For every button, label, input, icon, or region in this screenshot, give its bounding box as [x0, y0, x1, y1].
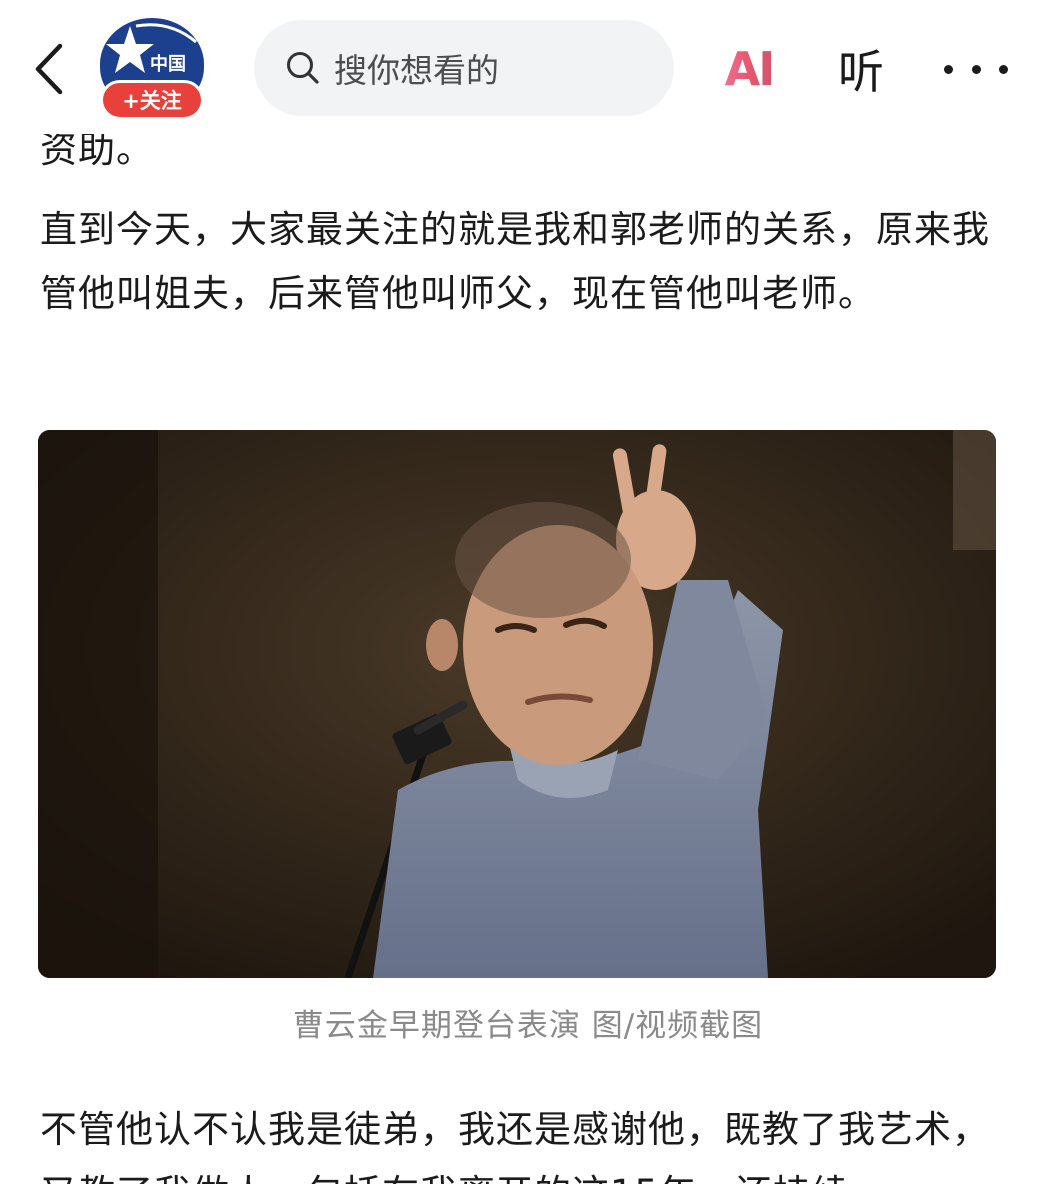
- more-dot: [971, 64, 981, 74]
- more-button[interactable]: [944, 44, 1008, 94]
- paragraph: 不管他认不认我是徒弟，我还是感谢他，既教了我艺术，又教了我做人，包括在我离开的这…: [40, 1108, 990, 1184]
- search-placeholder: 搜你想看的: [334, 51, 499, 90]
- account-avatar-group[interactable]: 中国 +关注: [98, 18, 208, 122]
- listen-button[interactable]: 听: [830, 38, 892, 100]
- follow-button[interactable]: +关注: [100, 80, 204, 120]
- search-input[interactable]: 搜你想看的: [254, 20, 674, 116]
- article-page: 中国 +关注 搜你想看的 AI 听 资助。 直到今天，大家最关注的就是我和郭老师…: [0, 0, 1056, 1184]
- more-dots-icon: [944, 64, 953, 74]
- performer-photo: [38, 430, 996, 978]
- more-dot: [999, 64, 1008, 74]
- search-icon: [284, 49, 322, 87]
- back-button[interactable]: [22, 38, 76, 100]
- top-nav-bar: 中国 +关注 搜你想看的 AI 听: [0, 0, 1056, 134]
- image-caption: 曹云金早期登台表演 图/视频截图: [292, 1008, 764, 1044]
- chevron-left-icon: [35, 43, 63, 95]
- paragraph: 直到今天，大家最关注的就是我和郭老师的关系，原来我管他叫姐夫，后来管他叫师父，现…: [40, 208, 990, 315]
- ai-button[interactable]: AI: [716, 38, 782, 100]
- article-photo[interactable]: [38, 430, 996, 978]
- avatar-badge-text: 中国: [150, 54, 186, 75]
